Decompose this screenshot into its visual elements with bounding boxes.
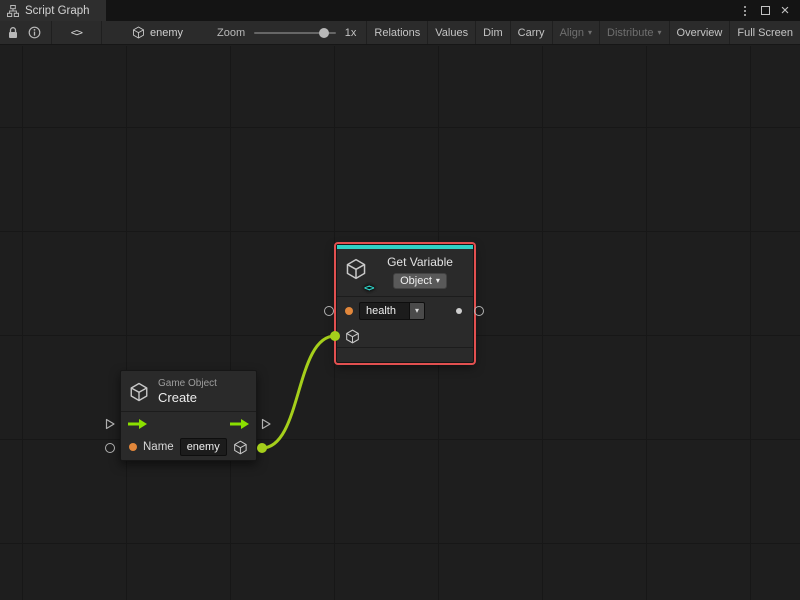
chevron-down-icon: ▾ [415,307,419,315]
kebab-menu-icon [744,6,746,16]
tab-title: Script Graph [25,5,90,17]
fullscreen-button[interactable]: Full Screen [729,21,800,44]
node-footer [337,348,473,362]
gameobject-cube-icon [129,382,149,402]
lock-icon[interactable] [3,21,24,44]
flow-row [121,412,256,436]
title-bar: Script Graph × [0,0,800,21]
getvar-object-input-port-connected[interactable] [330,331,340,341]
gameobject-cube-icon [345,329,360,344]
toolbar-separator [51,21,52,44]
values-button[interactable]: Values [427,21,475,44]
create-name-input-port[interactable] [105,443,115,453]
code-icon[interactable]: <> [64,21,89,44]
create-header[interactable]: Game Object Create [121,371,256,411]
node-category: Game Object [158,378,217,390]
variable-name-row: health ▾ [337,297,473,325]
gameobject-output-cube-icon[interactable] [233,440,248,455]
connection-wire[interactable] [262,336,335,448]
variable-badge-icon: <> [364,283,373,294]
string-port-icon[interactable] [129,443,137,451]
graph-canvas[interactable]: <> Get Variable Object ▾ health ▾ [0,46,800,600]
zoom-slider-handle[interactable] [319,28,329,38]
value-output-dot[interactable] [456,308,462,314]
create-object-output-port-connected[interactable] [257,443,267,453]
node-title: Create [158,390,217,406]
toolbar-separator [101,21,102,44]
string-port-icon[interactable] [345,307,353,315]
dim-button[interactable]: Dim [475,21,510,44]
zoom-slider[interactable] [254,21,336,44]
create-flow-input-port[interactable] [105,418,115,430]
distribute-button[interactable]: Distribute ▾ [599,21,668,44]
variable-cube-icon: <> [345,258,367,289]
port-label: Name [143,441,174,453]
graph-target[interactable]: enemy [132,21,183,44]
name-input-row: Name enemy [121,436,256,460]
tab-script-graph[interactable]: Script Graph [0,0,106,21]
gameobject-cube-icon [132,26,145,39]
relations-button[interactable]: Relations [366,21,427,44]
name-input-field[interactable]: enemy [180,438,228,456]
chevron-down-icon: ▾ [588,29,592,37]
get-variable-header[interactable]: <> Get Variable Object ▾ [337,249,473,296]
flow-out-arrow-icon[interactable] [229,418,250,430]
getvar-value-output-port[interactable] [474,306,484,316]
script-graph-window: Script Graph × <> [0,0,800,600]
chevron-down-icon: ▾ [658,29,662,37]
create-flow-output-port[interactable] [261,418,271,430]
flow-in-arrow-icon[interactable] [127,418,148,430]
create-node[interactable]: Game Object Create Name enemy [120,370,257,461]
maximize-icon[interactable] [755,0,775,21]
variable-name-dropdown[interactable]: ▾ [409,302,425,320]
getvar-name-input-port[interactable] [324,306,334,316]
variable-scope-dropdown[interactable]: Object ▾ [393,273,447,289]
info-icon[interactable] [24,21,45,44]
zoom-value: 1x [345,21,357,44]
overview-button[interactable]: Overview [669,21,730,44]
get-variable-node[interactable]: <> Get Variable Object ▾ health ▾ [336,244,474,363]
graph-toolbar: <> enemy Zoom 1x Relations Values Dim Ca… [0,21,800,45]
align-button[interactable]: Align ▾ [552,21,599,44]
window-controls: × [735,0,800,21]
variable-name-field[interactable]: health ▾ [359,302,425,320]
toolbar-buttons: Relations Values Dim Carry Align ▾ Distr… [366,21,800,44]
chevron-down-icon: ▾ [436,277,440,285]
carry-button[interactable]: Carry [510,21,552,44]
window-menu-icon[interactable] [735,0,755,21]
close-icon[interactable]: × [775,0,795,21]
script-graph-icon [7,5,19,17]
target-name: enemy [150,27,183,39]
object-input-row [337,325,473,347]
node-title: Get Variable [387,255,453,270]
zoom-label: Zoom [217,21,245,44]
